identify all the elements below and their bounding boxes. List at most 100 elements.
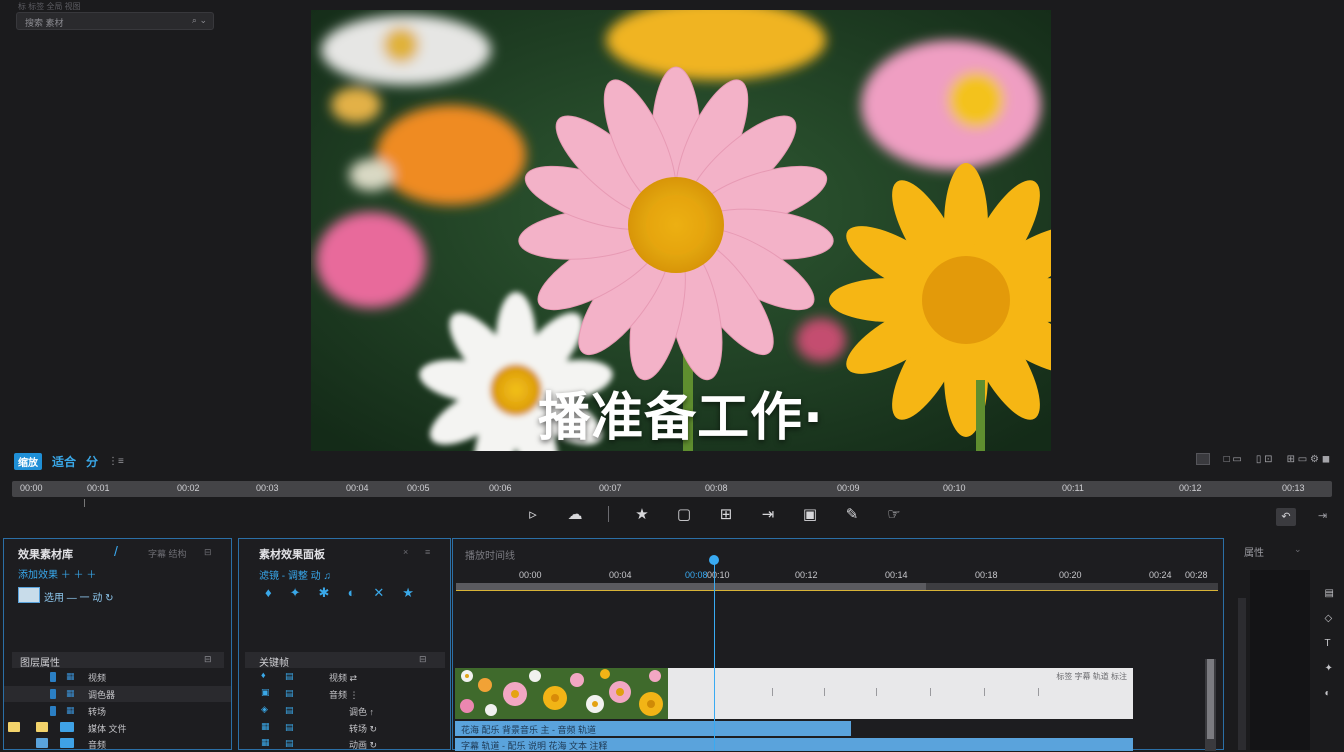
effects-panel: 素材效果面板 × ≡ 滤镜 - 调整 动 ♫ ♦ ✦ ✱ ◐ ✕ ★ 关键帧 ⊟… xyxy=(238,538,451,750)
audio-clip[interactable]: 花海 配乐 背景音乐 主 - 音频 轨道 xyxy=(455,721,851,736)
list-title: 图层属性 xyxy=(20,658,60,669)
split-button[interactable]: 分 xyxy=(86,453,98,470)
add-effect-link[interactable]: 添加效果 ＋ ＋ ＋ xyxy=(18,566,96,581)
ruler-label: 00:07 xyxy=(599,483,622,493)
title-clip[interactable]: 标签 字幕 轨道 标注 xyxy=(668,668,1133,719)
time-label: 00:04 xyxy=(609,570,632,580)
ruler-label: 00:05 xyxy=(407,483,430,493)
time-label: 00:20 xyxy=(1059,570,1082,580)
timeline-scrollbar[interactable] xyxy=(1205,659,1216,751)
snap-toggle[interactable]: ↶ xyxy=(1276,508,1296,526)
playhead[interactable] xyxy=(714,557,715,751)
aspect-icon[interactable] xyxy=(1195,453,1210,465)
list-menu-icon[interactable]: ⊟ xyxy=(419,654,427,665)
subtitle-clip-label: 字幕 轨道 - 配乐 说明 花海 文本 注释 xyxy=(461,741,608,751)
time-label: 00:14 xyxy=(885,570,908,580)
panel-menu-icon[interactable]: ≡ xyxy=(425,547,430,557)
playback-toolbar: 缩放 适合 分 ⋮≡ xyxy=(14,451,124,471)
close-icon[interactable]: × xyxy=(403,547,408,557)
panel-menu-icon[interactable]: ⌄ xyxy=(1294,544,1302,555)
ruler-label: 00:13 xyxy=(1282,483,1305,493)
effect-item[interactable]: 选用 — 一 动 ↻ xyxy=(44,589,114,604)
effect-icon[interactable]: ★ xyxy=(402,585,414,601)
effect-icon[interactable]: ✱ xyxy=(319,585,330,601)
filter-icon[interactable]: ⌕ ⌄ xyxy=(192,15,207,26)
filter-link[interactable]: 滤镜 - 调整 动 ♫ xyxy=(259,567,331,582)
list-item[interactable]: ♦ ▤ 视频 ⇄ xyxy=(239,669,450,685)
text-icon[interactable]: T xyxy=(1325,638,1334,649)
more-icon[interactable]: ⋮≡ xyxy=(108,456,124,467)
panel-title: 素材效果面板 xyxy=(259,549,325,561)
search-input[interactable]: 搜索 素材 ⌕ ⌄ xyxy=(16,12,214,30)
view-tool-1[interactable]: □ ▭ xyxy=(1224,454,1242,465)
hand-icon[interactable]: ☞ xyxy=(873,505,915,523)
effect-icon[interactable]: ◐ xyxy=(347,585,355,601)
list-item[interactable]: ▦ ▤ 转场 ↻ xyxy=(239,720,450,736)
star-icon[interactable]: ★ xyxy=(621,505,663,523)
ruler-marker xyxy=(84,499,85,507)
ruler-label: 00:01 xyxy=(87,483,110,493)
time-label: 00:18 xyxy=(975,570,998,580)
next-icon[interactable]: ⇥ xyxy=(1318,509,1327,522)
cloud-icon[interactable]: ☁ xyxy=(554,505,596,523)
effect-icon[interactable]: ✦ xyxy=(1325,663,1334,674)
list-item[interactable]: ▦ 转场 xyxy=(4,703,231,719)
timeline-panel: 播放时间线 00:00 00:04 00:08 00:10 00:12 00:1… xyxy=(452,538,1224,751)
ruler-label: 00:12 xyxy=(1179,483,1202,493)
zoom-button[interactable]: 缩放 xyxy=(14,452,42,470)
timeline-ruler-bar[interactable] xyxy=(456,583,1218,590)
list-item[interactable]: ▦ 调色器 xyxy=(4,686,231,702)
fit-button[interactable]: 适合 xyxy=(52,453,76,470)
list-item[interactable]: ▦ 视频 xyxy=(4,669,231,685)
shape-icon[interactable]: ◇ xyxy=(1325,613,1334,624)
grid-icon[interactable]: ⊞ xyxy=(705,505,747,523)
list-item[interactable]: ◈ ▤ 调色 ↑ xyxy=(239,703,450,719)
effect-thumb[interactable] xyxy=(18,587,40,603)
list-item[interactable]: 媒体 文件 xyxy=(4,720,231,736)
crop-icon[interactable]: ▢ xyxy=(663,505,705,523)
playhead-handle[interactable] xyxy=(709,555,719,565)
effect-icon[interactable]: ✕ xyxy=(373,585,384,601)
audio-clip-label: 花海 配乐 背景音乐 主 - 音频 轨道 xyxy=(461,725,597,735)
split-icon[interactable]: ⇥ xyxy=(747,505,789,523)
transform-icon[interactable]: ▤ xyxy=(1325,588,1334,599)
frame-icon[interactable]: ▣ xyxy=(789,505,831,523)
ruler-label: 00:11 xyxy=(1062,483,1084,493)
time-label-current: 00:08 xyxy=(685,570,708,580)
list-item[interactable]: ▣ ▤ 音频 ⋮ xyxy=(239,686,450,702)
video-preview[interactable]: 播准备工作· xyxy=(311,10,1051,451)
effect-icon[interactable]: ♦ xyxy=(265,585,272,601)
time-label: 00:00 xyxy=(519,570,542,580)
list-menu-icon[interactable]: ⊟ xyxy=(204,654,212,665)
ruler-label: 00:04 xyxy=(346,483,369,493)
preview-right-tools: □ ▭ ▯ ⊡ ⊞ ▭ ⚙ ◼ xyxy=(1195,453,1330,465)
panel-tab[interactable]: 字幕 结构 xyxy=(148,547,187,560)
time-label: 00:12 xyxy=(795,570,818,580)
ruler-label: 00:06 xyxy=(489,483,512,493)
view-tool-3[interactable]: ⊞ ▭ ⚙ ◼ xyxy=(1287,454,1330,465)
search-placeholder: 搜索 素材 xyxy=(25,18,64,28)
ruler-label: 00:02 xyxy=(177,483,200,493)
adjust-icon[interactable]: ◐ xyxy=(1325,688,1334,699)
panel-title: 播放时间线 xyxy=(465,551,515,562)
ruler-label: 00:10 xyxy=(943,483,966,493)
ruler-label: 00:09 xyxy=(837,483,860,493)
panel-title: 属性 xyxy=(1244,548,1264,559)
ruler-label: 00:03 xyxy=(256,483,279,493)
effect-icon-row: ♦ ✦ ✱ ◐ ✕ ★ xyxy=(265,585,414,601)
video-clip[interactable] xyxy=(455,668,668,719)
list-title: 关键帧 xyxy=(259,658,289,669)
time-ruler[interactable]: 00:00 00:01 00:02 00:03 00:04 00:05 00:0… xyxy=(12,481,1332,497)
time-label: 00:10 xyxy=(707,570,730,580)
properties-panel: 属性 ⌄ ▤ ◇ T ✦ ◐ xyxy=(1230,538,1344,750)
view-tool-2[interactable]: ▯ ⊡ xyxy=(1256,454,1273,465)
time-label: 00:24 xyxy=(1149,570,1172,580)
effect-icon[interactable]: ✦ xyxy=(290,585,301,601)
toolbar-divider xyxy=(608,506,609,522)
work-area-line xyxy=(456,590,1218,591)
panel-menu-icon[interactable]: ⊟ xyxy=(204,547,212,558)
subtitle-clip[interactable]: 字幕 轨道 - 配乐 说明 花海 文本 注释 xyxy=(455,738,1133,751)
ruler-label: 00:08 xyxy=(705,483,728,493)
pen-icon[interactable]: ✎ xyxy=(831,505,873,523)
trim-icon[interactable]: ▹ xyxy=(512,505,554,523)
